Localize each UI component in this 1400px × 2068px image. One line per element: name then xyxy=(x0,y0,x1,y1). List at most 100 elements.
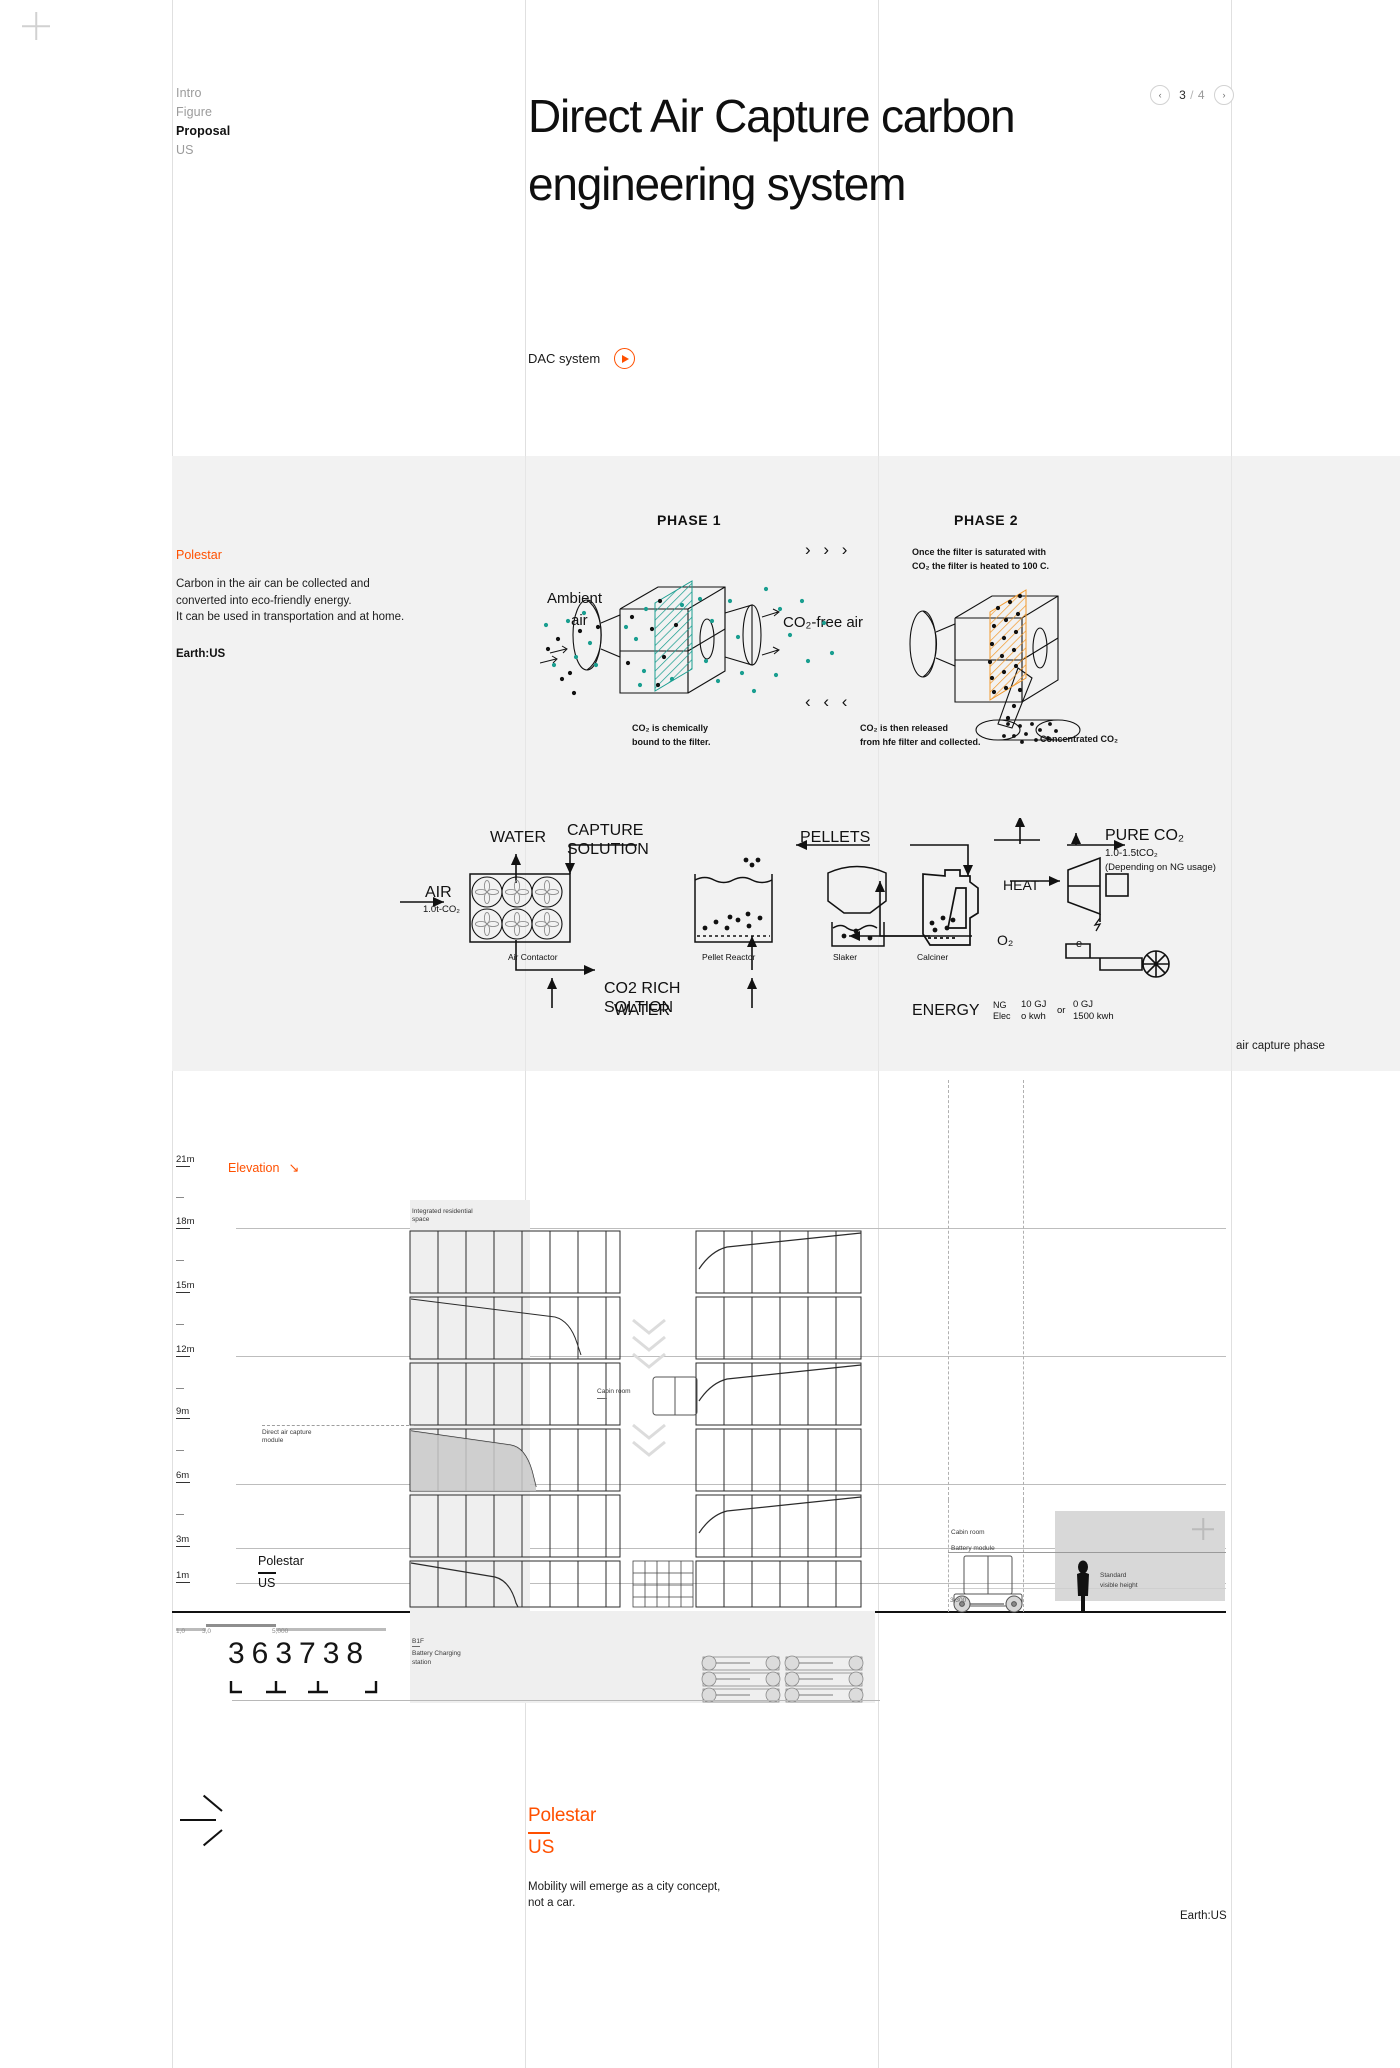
panel-earth-label: Earth:US xyxy=(176,647,226,660)
page-current: 3 xyxy=(1179,88,1187,102)
panel-copy-block: Polestar Carbon in the air can be collec… xyxy=(176,548,446,660)
bottom-rule xyxy=(232,1700,880,1701)
tick-label-6m: 6m xyxy=(176,1470,190,1481)
phase2-title: PHASE 2 xyxy=(954,512,1019,528)
label-standard-height-1: Standard xyxy=(1100,1572,1127,1579)
flow-energy-elec: Elec xyxy=(993,1011,1011,1021)
flow-o2-label: O₂ xyxy=(997,932,1014,948)
elevation-ruler: 21m 18m 15m 12m 9m 6m 3m 1m xyxy=(172,1150,228,1600)
elevation-brand-sub: US xyxy=(258,1576,276,1590)
flow-energy-v1b: o kwh xyxy=(1021,1011,1046,1022)
person-silhouette-icon xyxy=(1077,1560,1089,1611)
flow-energy-v1a: 10 GJ xyxy=(1021,999,1047,1010)
sidebar-nav: Intro Figure Proposal US xyxy=(176,84,230,160)
bracket-marks xyxy=(229,1681,378,1694)
flow-air-sub: 1.0t-CO₂ xyxy=(423,904,460,915)
flow-energy-v2a: 0 GJ xyxy=(1073,999,1094,1010)
page-title: Direct Air Capture carbon engineering sy… xyxy=(528,90,1016,210)
page-number-37: 37 xyxy=(275,1637,323,1670)
elevation-title: Elevation ↘ xyxy=(228,1160,299,1176)
arrow-down-right-icon: ↘ xyxy=(288,1160,300,1175)
flow-air-label: AIR xyxy=(425,884,452,901)
next-page-button[interactable]: › xyxy=(1214,85,1234,105)
dac-media-row: DAC system xyxy=(528,348,636,369)
footer-desc-1: Mobility will emerge as a city concept, xyxy=(528,1881,721,1893)
tick-label-1m: 1m xyxy=(176,1570,190,1581)
sidebar-item-intro[interactable]: Intro xyxy=(176,84,230,103)
page-total: 4 xyxy=(1197,88,1205,102)
footer-brand-block: Polestar US Mobility will emerge as a ci… xyxy=(528,1805,720,1911)
flow-water-bottom-label: WATER xyxy=(614,1002,670,1019)
footer-desc-2: not a car. xyxy=(528,1897,576,1909)
page-counter: 3 / 4 xyxy=(1179,88,1205,102)
dac-system-label: DAC system xyxy=(528,351,601,366)
phase2-diagram xyxy=(909,589,1081,744)
crosshair-mark-top-left xyxy=(22,12,50,40)
flow-capture-solution-2: SOLUTION xyxy=(567,841,649,858)
tick-label-18m: 18m xyxy=(176,1216,195,1227)
sidebar-item-figure[interactable]: Figure xyxy=(176,103,230,122)
phase2-note-1: Once the filter is saturated with xyxy=(912,547,1047,557)
detail-dash-right-upper xyxy=(1023,1080,1024,1500)
page-number-38: 38 xyxy=(322,1637,371,1670)
label-cabin-rule xyxy=(597,1398,607,1399)
phase1-title: PHASE 1 xyxy=(657,512,722,528)
label-cabin-room: Cabin room xyxy=(597,1388,631,1395)
detail-dash-left-upper xyxy=(948,1080,949,1500)
footer-brand-rule xyxy=(528,1832,550,1834)
footer-earth-label: Earth:US xyxy=(1180,1910,1227,1922)
b1f-label-3: station xyxy=(412,1659,432,1666)
play-icon[interactable] xyxy=(614,348,636,369)
page-number-36: 36 xyxy=(228,1637,276,1670)
label-cabin-right-1: Cabin room xyxy=(951,1529,985,1536)
flow-pure-co2-sub1: 1.0-1.5tCO₂ xyxy=(1105,848,1158,859)
flow-pure-co2-label: PURE CO₂ xyxy=(1105,827,1185,844)
scale-tick-1: 1,0 xyxy=(176,1628,186,1635)
flow-box-calciner: Calciner xyxy=(917,952,949,962)
sidebar-item-proposal[interactable]: Proposal xyxy=(176,122,230,141)
flow-heat-label: HEAT xyxy=(1003,877,1040,893)
flow-box-slaker: Slaker xyxy=(833,952,858,962)
elevation-brand-rule xyxy=(258,1572,276,1574)
panel-body-line-3: It can be used in transportation and at … xyxy=(176,611,405,623)
flow-box-air-contactor: Air Contactor xyxy=(508,952,558,962)
dim-label-right: 3,300 xyxy=(950,1597,967,1604)
tick-label-12m: 12m xyxy=(176,1344,195,1355)
sidebar-item-us[interactable]: US xyxy=(176,141,230,160)
flow-energy-v2b: 1500 kwh xyxy=(1073,1011,1114,1022)
building-elevation xyxy=(409,1230,862,1608)
flow-energy-label: ENERGY xyxy=(912,1002,980,1019)
tick-label-3m: 3m xyxy=(176,1534,190,1545)
elevation-title-text: Elevation xyxy=(228,1161,280,1175)
prev-page-button[interactable]: ‹ xyxy=(1150,85,1171,105)
phase2-note-2: CO₂ the filter is heated to 100 C. xyxy=(912,561,1050,571)
b1f-label-2: Battery Charging xyxy=(412,1650,461,1657)
footer-brand-sub: US xyxy=(528,1837,555,1858)
panel-brand: Polestar xyxy=(176,548,222,562)
label-residential-2: space xyxy=(412,1216,430,1223)
dac-leader-line xyxy=(262,1425,414,1426)
flow-pure-co2-sub2: (Depending on NG usage) xyxy=(1105,862,1216,873)
chevrons-right-icon: › › › xyxy=(805,540,852,559)
scale-tick-3: 5,000 xyxy=(272,1628,289,1635)
flow-capture-solution-1: CAPTURE xyxy=(567,822,644,839)
tick-label-9m: 9m xyxy=(176,1406,190,1417)
flow-box-pellet-reactor: Pellet Reactor xyxy=(702,952,756,962)
scale-tick-2: 3,0 xyxy=(202,1628,212,1635)
phase1-diagram xyxy=(540,580,835,696)
flow-co2rich-1: CO2 RICH xyxy=(604,980,681,997)
flow-pellets-label: PELLETS xyxy=(800,829,871,846)
page-separator: / xyxy=(1190,88,1194,102)
label-dac-module-2: module xyxy=(262,1437,284,1444)
crosshair-mark-right xyxy=(1192,1518,1214,1540)
panel-body-line-2: converted into eco-friendly energy. xyxy=(176,594,352,607)
tick-label-21m: 21m xyxy=(176,1154,195,1165)
arrow-right-icon[interactable] xyxy=(180,1794,226,1847)
flow-energy-ng: NG xyxy=(993,1000,1007,1010)
flow-e-label: e xyxy=(1076,938,1083,950)
footer-brand: Polestar xyxy=(528,1805,597,1826)
phase1-caption-2: bound to the filter. xyxy=(632,737,711,747)
pagination: ‹ 3 / 4 › xyxy=(1150,85,1234,105)
tick-label-15m: 15m xyxy=(176,1280,195,1291)
page-root: Intro Figure Proposal US Direct Air Capt… xyxy=(0,0,1400,2068)
